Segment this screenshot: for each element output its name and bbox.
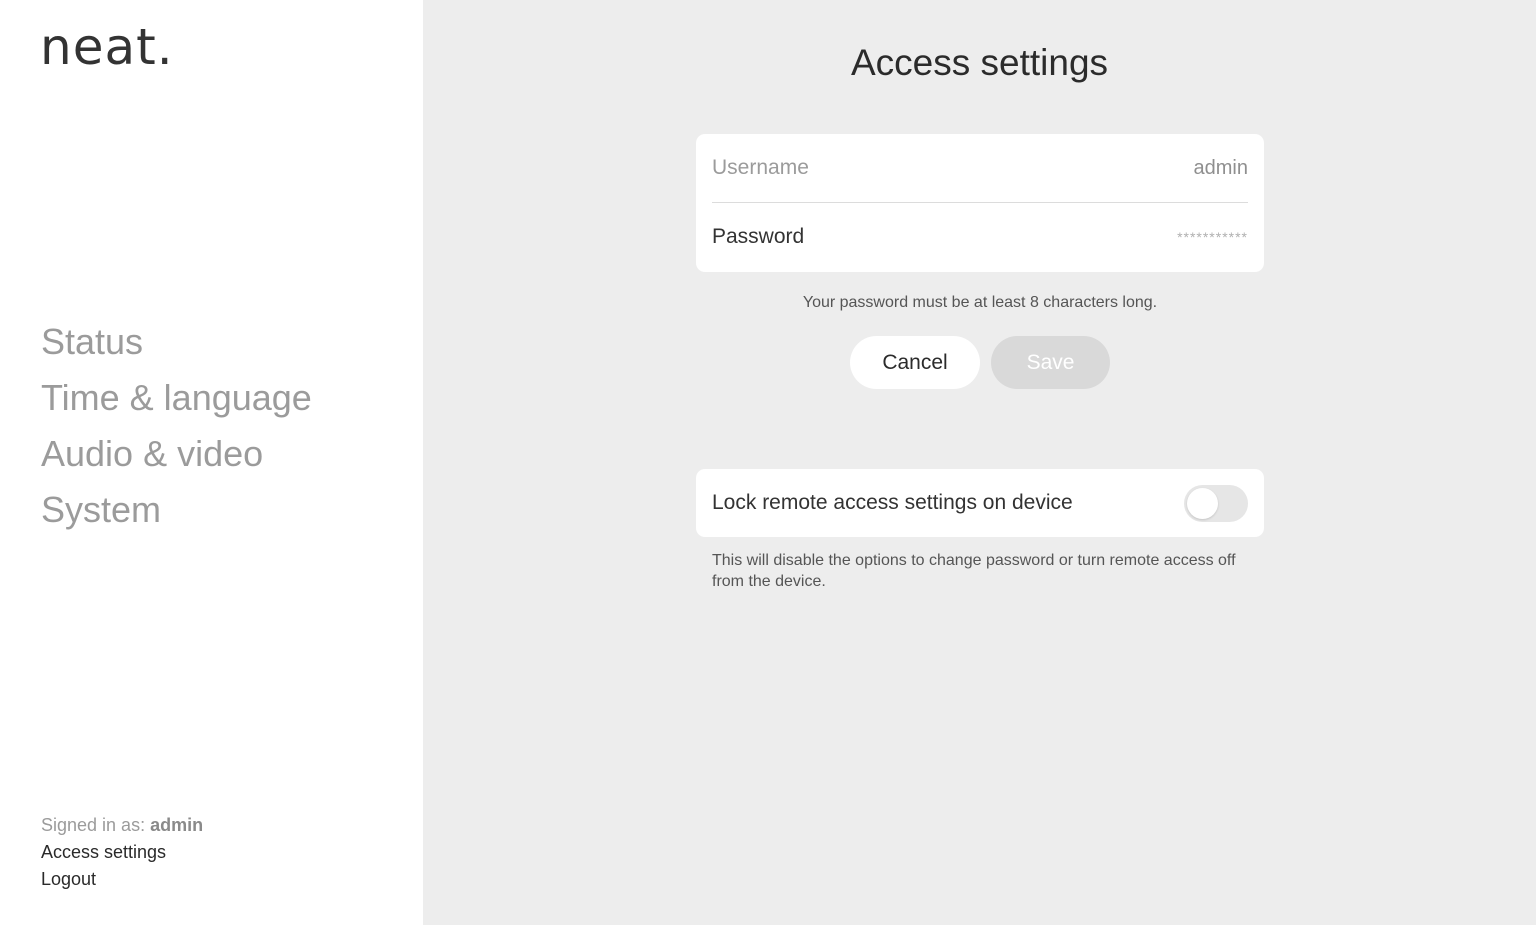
access-settings-link[interactable]: Access settings: [41, 839, 203, 866]
cancel-button[interactable]: Cancel: [850, 336, 980, 389]
password-label: Password: [712, 225, 805, 248]
nav-item-time-language[interactable]: Time & language: [41, 372, 312, 428]
lock-remote-access-toggle[interactable]: [1184, 485, 1248, 522]
password-value: ***********: [1177, 229, 1248, 245]
lock-remote-access-description: This will disable the options to change …: [712, 552, 1236, 590]
signed-in-user: admin: [150, 815, 204, 835]
nav-item-status[interactable]: Status: [41, 316, 312, 372]
username-label: Username: [712, 156, 809, 179]
lock-remote-access-card: Lock remote access settings on device: [696, 469, 1264, 537]
signed-in-prefix: Signed in as:: [41, 815, 151, 835]
sidebar: neat. Status Time & language Audio & vid…: [0, 0, 423, 925]
sidebar-footer: Signed in as: admin Access settings Logo…: [41, 812, 203, 893]
main-content: Access settings Username admin Password …: [423, 0, 1536, 925]
toggle-knob: [1187, 488, 1218, 519]
credentials-card: Username admin Password ***********: [696, 134, 1264, 272]
page-title: Access settings: [850, 42, 1109, 83]
lock-remote-access-label: Lock remote access settings on device: [712, 491, 1073, 514]
neat-logo: neat.: [40, 18, 174, 76]
username-row: Username admin: [712, 134, 1248, 203]
username-value: admin: [1193, 156, 1248, 179]
password-hint: Your password must be at least 8 charact…: [802, 294, 1158, 311]
nav-item-audio-video[interactable]: Audio & video: [41, 428, 312, 484]
save-button[interactable]: Save: [991, 336, 1110, 389]
password-field[interactable]: Password ***********: [712, 203, 1248, 271]
signed-in-info: Signed in as: admin: [41, 812, 203, 839]
sidebar-nav: Status Time & language Audio & video Sys…: [41, 316, 312, 540]
logout-link[interactable]: Logout: [41, 866, 203, 893]
nav-item-system[interactable]: System: [41, 484, 312, 540]
